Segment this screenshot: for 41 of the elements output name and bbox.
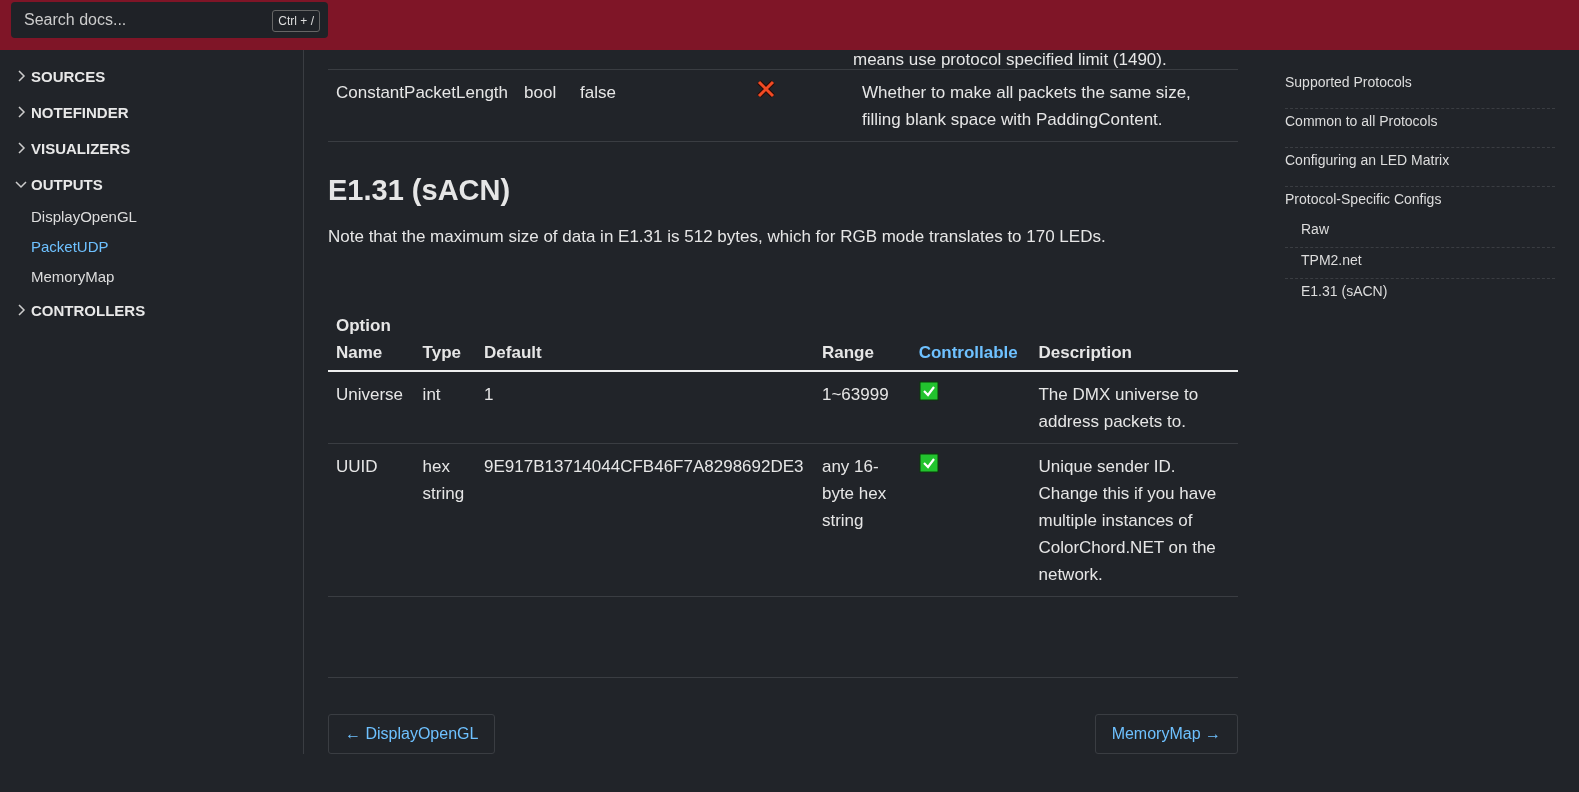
- table-cell: ConstantPacketLength: [328, 70, 516, 142]
- table-cell: hex string: [414, 443, 477, 597]
- toc-link[interactable]: Configuring an LED Matrix: [1285, 152, 1450, 168]
- column-header: Description: [1030, 303, 1238, 371]
- next-page-button[interactable]: MemoryMap →: [1094, 714, 1238, 754]
- previous-page-button[interactable]: ← DisplayOpenGL: [328, 714, 496, 754]
- table-cell: Unique sender ID. Change this if you have multiple instances of ColorChord.NET on the network.: [1030, 443, 1238, 597]
- toc-link[interactable]: E1.31 (sACN): [1301, 283, 1388, 299]
- toc-link[interactable]: Common to all Protocols: [1285, 113, 1438, 129]
- nav-section[interactable]: OUTPUTS: [31, 175, 103, 193]
- nav-section[interactable]: CONTROLLERS: [31, 301, 146, 319]
- shortcut-key: Ctrl + /: [272, 10, 320, 32]
- column-header: Option Name: [328, 303, 415, 371]
- table-cell: UUID: [328, 443, 415, 597]
- table-cell: Whether to make all packets the same size, filling blank space with PaddingContent.: [854, 70, 1238, 142]
- table-cell: 9E917B13714044CFB46F7A8298692DE3: [476, 443, 814, 597]
- table-cell: Universe: [328, 371, 415, 444]
- nav-link[interactable]: DisplayOpenGL: [15, 202, 137, 232]
- table-cell: any 16-byte hex string: [813, 443, 911, 597]
- toc-link[interactable]: Supported Protocols: [1285, 74, 1412, 90]
- nav-section[interactable]: VISUALIZERS: [31, 139, 131, 157]
- table-cell: The DMX universe to address packets to.: [1030, 371, 1238, 444]
- table-cell: 1~63999: [813, 371, 911, 444]
- column-header[interactable]: Controllable: [910, 303, 1031, 371]
- note-text: Note that the maximum size of data in E1.31 is 512 bytes, which for RGB mode translates to 170 LEDs.: [328, 227, 1107, 247]
- description-text: means use protocol specified limit (1490).: [853, 50, 1167, 69]
- nav-link[interactable]: PacketUDP: [15, 232, 109, 262]
- toc-link[interactable]: Raw: [1301, 221, 1329, 237]
- nav-section[interactable]: NOTEFINDER: [31, 103, 129, 121]
- nav-section[interactable]: SOURCES: [31, 67, 106, 85]
- table-cell: 1: [476, 371, 814, 444]
- section-heading: E1.31 (sACN): [328, 174, 512, 207]
- column-header: Range: [813, 303, 911, 371]
- toc-link[interactable]: TPM2.net: [1301, 252, 1362, 268]
- table-cell: false: [572, 70, 748, 142]
- nav-link[interactable]: MemoryMap: [15, 262, 115, 292]
- table-cell: bool: [516, 70, 572, 142]
- table-cell: int: [414, 371, 477, 444]
- toc-link[interactable]: Protocol-Specific Configs: [1285, 191, 1442, 207]
- column-header: Type: [414, 303, 477, 371]
- column-header: Default: [476, 303, 814, 371]
